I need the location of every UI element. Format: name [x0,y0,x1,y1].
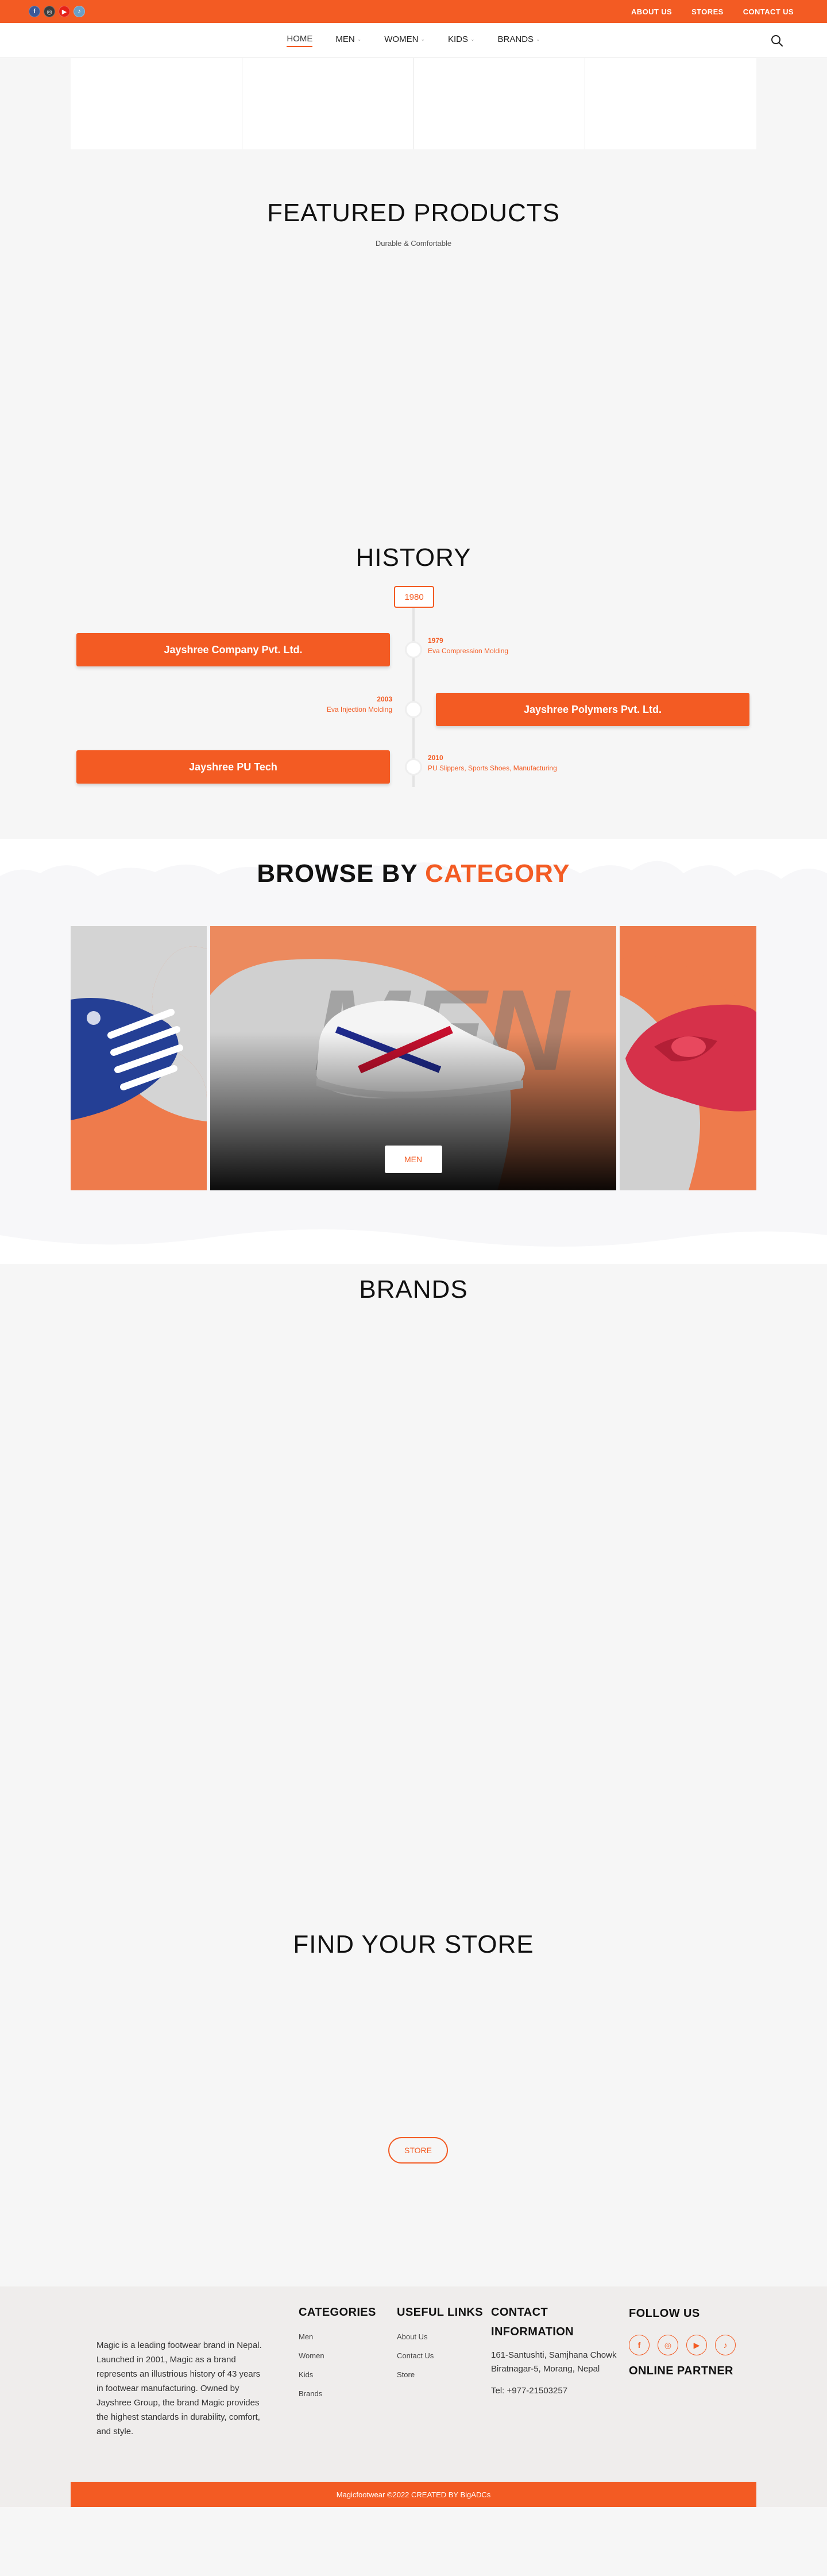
nav-men-label: MEN [335,34,355,44]
store-section: FIND YOUR STORE STORE [0,1930,827,2286]
footer-city: Biratnagar-5, Morang, Nepal [491,2364,600,2374]
hero-tile[interactable] [242,57,414,149]
nav-men[interactable]: MEN ⌄ [335,34,361,47]
footer-link-brands[interactable]: Brands [299,2389,376,2398]
featured-title: FEATURED PRODUCTS [267,199,560,227]
brands-title: BRANDS [359,1275,468,1304]
chevron-down-icon: ⌄ [357,36,362,42]
chevron-down-icon: ⌄ [420,36,425,42]
footer-contact: CONTACT INFORMATION 161-Santushti, Samjh… [491,2303,623,2398]
footer-useful-links: USEFUL LINKS About Us Contact Us Store [397,2303,483,2379]
timeline-card: Jayshree Company Pvt. Ltd. [76,633,390,666]
footer-contact-title: INFORMATION [491,2326,574,2338]
tiktok-icon[interactable]: ♪ [715,2335,736,2355]
store-title: FIND YOUR STORE [293,1930,534,1958]
nav-women[interactable]: WOMEN ⌄ [384,34,425,47]
nav-brands-label: BRANDS [497,34,534,44]
brands-section: BRANDS [0,1264,827,1930]
footer-link-contact[interactable]: Contact Us [397,2351,483,2360]
about-us-link[interactable]: ABOUT US [631,7,672,16]
footer-address: 161-Santushti, Samjhana Chowk [491,2350,617,2360]
chevron-down-icon: ⌄ [536,36,540,42]
youtube-icon[interactable]: ▶ [59,6,70,17]
timeline-note: 2010 PU Slippers, Sports Shoes, Manufact… [428,753,557,773]
copyright-bar: Magicfootwear ©2022 CREATED BY BigADCs [71,2482,756,2507]
tiktok-icon[interactable]: ♪ [74,6,85,17]
top-bar: f ◎ ▶ ♪ ABOUT US STORES CONTACT US [0,0,827,23]
ballet-flat-image [620,926,756,1190]
nav-brands[interactable]: BRANDS ⌄ [498,34,540,47]
featured-section: FEATURED PRODUCTS Durable & Comfortable [0,149,827,540]
timeline-start-year: 1980 [394,586,434,608]
chevron-down-icon: ⌄ [470,36,475,42]
footer-contact-title: CONTACT [491,2306,548,2319]
youtube-icon[interactable]: ▶ [686,2335,707,2355]
browse-title-accent: CATEGORY [425,859,570,888]
hero-tile[interactable] [414,57,586,149]
wave-divider [0,1229,827,1264]
timeline-note-text: Eva Compression Molding [428,647,509,655]
category-carousel: MEN MEN [71,926,756,1190]
footer: Magic is a leading footwear brand in Nep… [0,2286,827,2507]
timeline-note-year: 2010 [428,754,443,762]
store-button[interactable]: STORE [388,2137,448,2164]
footer-follow: FOLLOW US f ◎ ▶ ♪ ONLINE PARTNER [629,2303,736,2381]
footer-link-men[interactable]: Men [299,2332,376,2341]
instagram-icon[interactable]: ◎ [658,2335,678,2355]
hero-tile[interactable] [71,57,242,149]
timeline-card: Jayshree PU Tech [76,750,390,784]
category-slide-slippers[interactable] [71,926,207,1190]
timeline-dot [405,758,422,776]
timeline-note: 1979 Eva Compression Molding [428,635,508,656]
nav-home[interactable]: HOME [287,33,313,47]
search-icon[interactable] [771,34,783,47]
nav-home-label: HOME [287,33,313,44]
timeline: 1980 Jayshree Company Pvt. Ltd. 1979 Eva… [71,586,756,816]
timeline-note-text: Eva Injection Molding [326,705,392,714]
category-slide-men[interactable]: MEN MEN [210,926,616,1190]
footer-link-about[interactable]: About Us [397,2332,483,2341]
browse-title: BROWSE BY CATEGORY [0,859,827,888]
main-nav: HOME MEN ⌄ WOMEN ⌄ KIDS ⌄ BRANDS ⌄ [0,23,827,57]
footer-useful-title: USEFUL LINKS [397,2306,483,2319]
top-links: ABOUT US STORES CONTACT US [631,7,794,16]
footer-link-kids[interactable]: Kids [299,2370,376,2379]
timeline-note-year: 2003 [377,695,392,703]
history-title: HISTORY [355,543,472,572]
timeline-dot [405,641,422,658]
nav-kids-label: KIDS [447,34,468,44]
footer-categories-title: CATEGORIES [299,2306,376,2319]
timeline-card: Jayshree Polymers Pvt. Ltd. [436,693,749,726]
browse-title-main: BROWSE BY [257,859,418,888]
hero-tile[interactable] [585,57,756,149]
history-section: HISTORY 1980 Jayshree Company Pvt. Ltd. … [0,540,827,839]
timeline-note-text: PU Slippers, Sports Shoes, Manufacturing [428,764,557,772]
nav-kids[interactable]: KIDS ⌄ [448,34,475,47]
timeline-dot [405,701,422,718]
footer-about: Magic is a leading footwear brand in Nep… [96,2340,262,2436]
footer-online-partner-title: ONLINE PARTNER [629,2365,733,2377]
contact-us-link[interactable]: CONTACT US [743,7,794,16]
footer-categories: CATEGORIES Men Women Kids Brands [299,2303,376,2398]
nav-women-label: WOMEN [384,34,419,44]
footer-link-store[interactable]: Store [397,2370,483,2379]
category-slide-women[interactable] [620,926,756,1190]
featured-subtitle: Durable & Comfortable [375,239,452,248]
men-category-button[interactable]: MEN [384,1146,442,1173]
browse-category-section: BROWSE BY CATEGORY MEN [0,839,827,1264]
facebook-icon[interactable]: f [629,2335,650,2355]
stores-link[interactable]: STORES [691,7,724,16]
footer-link-women[interactable]: Women [299,2351,376,2360]
social-links: f ◎ ▶ ♪ [29,6,85,17]
footer-social-icons: f ◎ ▶ ♪ [629,2335,736,2355]
hero-tiles [71,57,756,149]
facebook-icon[interactable]: f [29,6,40,17]
timeline-note: 2003 Eva Injection Molding [277,694,392,715]
instagram-icon[interactable]: ◎ [44,6,55,17]
footer-phone[interactable]: Tel: +977-21503257 [491,2384,623,2398]
footer-follow-title: FOLLOW US [629,2307,700,2320]
slipper-image [71,926,207,1190]
timeline-note-year: 1979 [428,637,443,645]
